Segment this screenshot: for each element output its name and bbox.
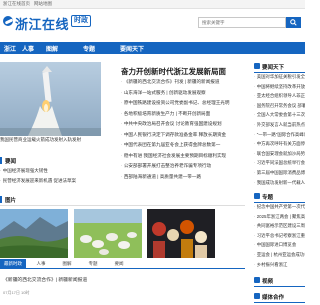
section-marker — [0, 196, 2, 203]
list-item[interactable]: 美国对华加征关税引发全球市场震荡 — [254, 74, 305, 84]
section-marker — [0, 157, 2, 164]
list-item[interactable]: 习近平总书记考察浙江重要讲话精神 — [254, 233, 305, 243]
feature-caption[interactable]: 我国民营商业运载火箭成功发射入轨发射 — [0, 137, 105, 143]
tab-zhuanti[interactable]: 专题 — [82, 259, 104, 268]
tab-renshi[interactable]: 人事 — [30, 259, 52, 268]
list-item[interactable]: 共同富裕示范区建设三周年 — [254, 223, 305, 233]
list-item[interactable]: 中国国际进口博览会 — [254, 242, 305, 252]
list-item[interactable]: 国务院召开常务会议 部署推动经济持续回升向好 — [254, 103, 305, 113]
list-item[interactable]: 原中国铁路建设投资公司党委副书记、总经理王光明 — [121, 100, 245, 111]
list-item[interactable]: 西部陆海新通道 | 高质量共建一带一路 — [121, 174, 245, 185]
sitemap-link[interactable]: 网站地图 — [34, 1, 52, 7]
search-button[interactable] — [286, 17, 301, 28]
section-title: 媒体合作 — [262, 295, 285, 301]
list-item[interactable]: 《新疆的西北交流合作》刊发 | 新疆的新闻报道 — [121, 79, 245, 90]
gallery-image-2[interactable] — [74, 209, 142, 258]
special-header: 专题 — [254, 192, 305, 203]
nav-item-yaowen[interactable]: 要闻天下 — [120, 44, 144, 53]
search-icon — [290, 19, 297, 26]
list-item[interactable]: 外交部发言人就当前热点问题答记者问 — [254, 122, 305, 132]
tab-tujie[interactable]: 图解 — [56, 259, 78, 268]
video-header: 视频 — [254, 276, 305, 287]
search-box — [198, 17, 286, 28]
landscape-image — [0, 209, 68, 258]
list-item[interactable]: 中方再次呼吁有关方面停火止战 — [254, 141, 305, 151]
video-icon — [254, 277, 260, 283]
nav-item-zhejiang[interactable]: 浙江 — [4, 44, 16, 53]
list-item[interactable]: 联合国安理会就加沙局势举行紧急会议 — [254, 151, 305, 161]
section-title: 要闻天下 — [262, 65, 285, 71]
list-item[interactable]: 公安部部署开展打击整治养老诈骗专项行动 — [121, 163, 245, 174]
gallery-section-header: 图片 — [0, 195, 245, 206]
top-bar: 浙江在线首页 网站地图 — [0, 0, 305, 9]
section-title: 图片 — [5, 198, 17, 204]
special-icon — [254, 193, 260, 199]
site-logo[interactable]: 浙江在线 — [15, 14, 69, 33]
list-item[interactable]: 纪念中国共产党第一次代表大会召开 — [254, 204, 305, 214]
feature-headline[interactable]: 奋力开创新时代浙江发展新局面 — [121, 66, 226, 77]
logo-icon — [3, 16, 13, 26]
list-item[interactable]: 习近平同法国总统举行会谈 — [254, 160, 305, 170]
nav-item-zhuanti[interactable]: 专题 — [83, 44, 95, 53]
partner-header: 媒体合作 — [254, 292, 305, 303]
partner-icon — [254, 293, 260, 299]
rocket-launch-image — [0, 62, 101, 136]
gallery-image-3[interactable] — [147, 209, 215, 258]
bottom-date: 07月17日 10时 — [3, 290, 30, 295]
list-item[interactable]: 中共中央政治局召开会议 讨论教育强国建设规划 — [121, 121, 245, 132]
news-tabs: 最新时政 人事 图解 专题 要闻 — [0, 259, 245, 269]
special-list: 纪念中国共产党第一次代表大会召开 2025年浙江两会 | 聚焦高质量发展 共同富… — [254, 204, 305, 271]
list-item[interactable]: 中国代表团在第九届亚冬会上获得金牌总数第一 — [121, 142, 245, 153]
bottom-headline[interactable]: 《新疆的西北交流合作》| 新疆新闻报道 — [3, 276, 87, 283]
hot-news-header: 要闻天下 — [254, 62, 305, 73]
list-item[interactable]: 稳中有进 我国经济社会发展主要预期目标顺利实现 — [121, 153, 245, 164]
list-item[interactable]: 山东海洋一站式服务 | 创新驱动发展观察 — [121, 90, 245, 101]
tab-yaowen[interactable]: 要闻 — [108, 259, 130, 268]
list-item[interactable]: 2025年浙江两会 | 聚焦高质量发展 — [254, 214, 305, 224]
home-link[interactable]: 浙江在线首页 — [3, 1, 30, 7]
list-item[interactable]: 中国将继续坚持改革开放 欢迎各国企业来华投资 — [254, 84, 305, 94]
list-item[interactable]: 第三届中国国际消费品博览会开幕 — [254, 170, 305, 180]
list-item[interactable]: 亚太经合组织领导人非正式会议在秘鲁举行 — [254, 93, 305, 103]
hot-news-list: 美国对华加征关税引发全球市场震荡 中国将继续坚持改革开放 欢迎各国企业来华投资 … — [254, 74, 305, 189]
list-item[interactable]: 民营经济发展迎来新机遇 促进法草案 — [0, 178, 115, 188]
nav-item-renshi[interactable]: 人事 — [22, 44, 34, 53]
list-item[interactable]: 各地积极培育新质生产力 | 不断开创新局面 — [121, 111, 245, 122]
list-item[interactable]: 中国经济展现强大韧性 — [0, 168, 115, 178]
section-title: 专题 — [262, 195, 274, 201]
list-item[interactable]: 我国成功发射新一代载人飞船试验船 — [254, 180, 305, 190]
list-item[interactable]: 亚运会 | 杭州亚运会成功举办 — [254, 252, 305, 262]
herd-image — [74, 209, 142, 258]
list-item[interactable]: 全国人大常委会第十三次会议闭幕 — [254, 112, 305, 122]
channel-badge: 时政 — [71, 15, 91, 27]
search-input[interactable] — [199, 18, 285, 27]
nav-item-tujie[interactable]: 图解 — [46, 44, 58, 53]
tab-latest[interactable]: 最新时政 — [0, 259, 26, 268]
gallery-image-1[interactable] — [0, 209, 68, 258]
list-item[interactable]: 乡村振兴看浙江 — [254, 262, 305, 272]
feature-photo[interactable] — [0, 62, 101, 136]
festival-image — [147, 209, 215, 258]
section-title: 视频 — [262, 279, 274, 285]
main-nav: 浙江 人事 图解 专题 要闻天下 — [0, 42, 305, 54]
list-item[interactable]: "一带一路"国际合作高峰论坛成果丰硕 — [254, 132, 305, 142]
feature-news-list: 《新疆的西北交流合作》刊发 | 新疆的新闻报道 山东海洋一站式服务 | 创新驱动… — [121, 79, 245, 184]
section-title: 要闻 — [5, 159, 17, 165]
list-item[interactable]: 中国人民银行决定下调存款准备金率 释放长期资金 — [121, 132, 245, 143]
focus-section-header: 要闻 — [0, 156, 110, 166]
focus-list: 中国经济展现强大韧性 民营经济发展迎来新机遇 促进法草案 — [0, 168, 115, 188]
hot-icon — [254, 63, 260, 69]
